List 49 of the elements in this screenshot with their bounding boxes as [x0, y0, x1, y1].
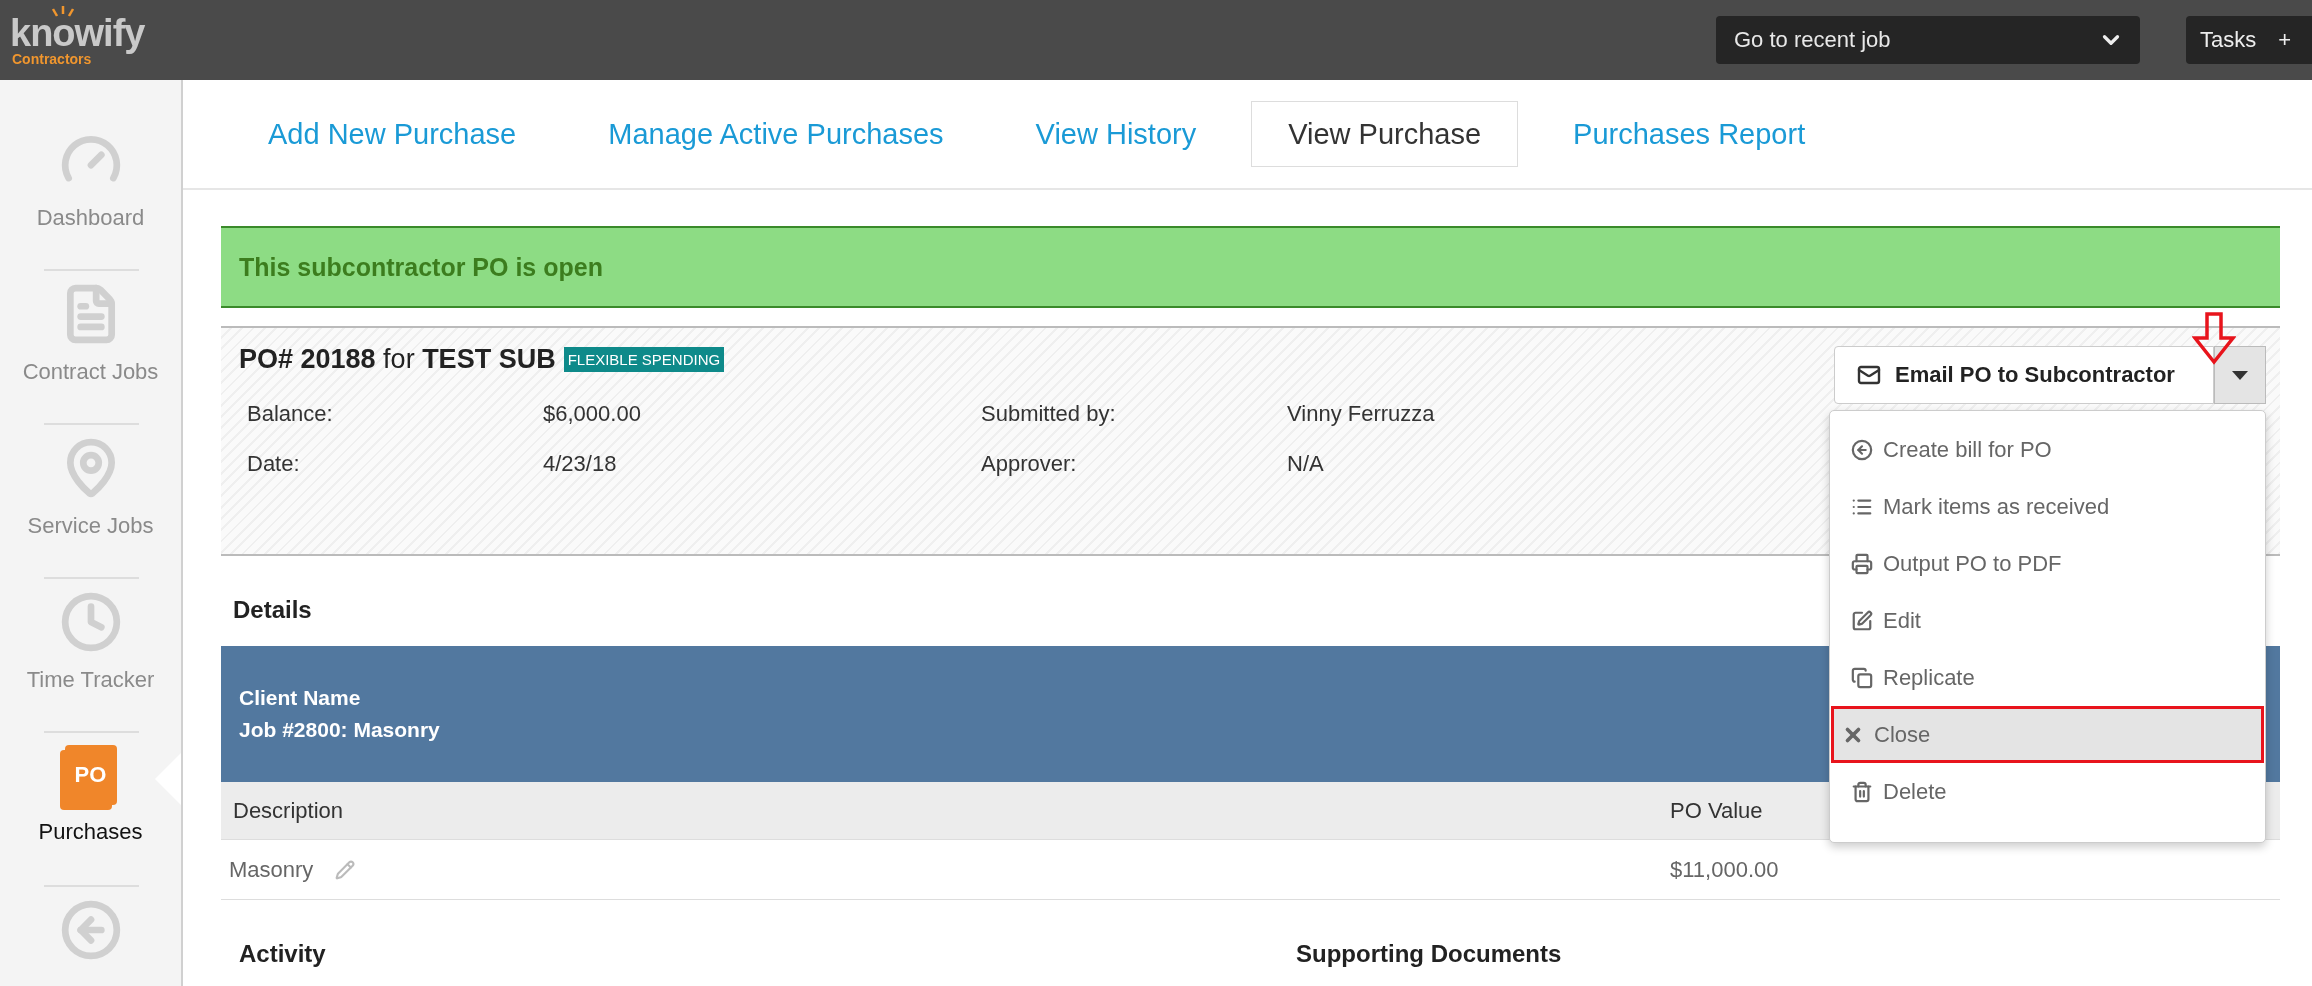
field-value: 4/23/18 [543, 451, 618, 477]
field-value: $6,000.00 [543, 401, 642, 427]
mail-icon [1857, 363, 1881, 387]
table-cell: Masonry [229, 856, 314, 883]
printer-icon [1851, 552, 1873, 575]
table-cell-text: $11,000.00 [1670, 856, 1780, 883]
job-band-text: Job #2800: Masonry [239, 718, 440, 742]
tab[interactable]: View Purchase [1251, 101, 1519, 167]
spending-tag: FLEXIBLE SPENDING [563, 347, 725, 372]
dropdown-toggle-button[interactable] [2214, 346, 2266, 404]
arrow-left-circle-icon [1851, 438, 1873, 461]
sidebar-item[interactable]: Time Tracker [0, 587, 181, 741]
recent-job-select[interactable]: Go to recent job [1716, 16, 2140, 64]
section-heading: Supporting Documents [1296, 940, 1562, 968]
edit-icon [1851, 609, 1873, 632]
menu-item[interactable]: Close [1831, 706, 2264, 763]
status-banner: This subcontractor PO is open [221, 226, 2280, 308]
po-title: PO# 20188 for TEST SUB [239, 344, 556, 375]
field-label: Submitted by: [981, 401, 1117, 427]
pencil-icon[interactable] [335, 859, 356, 880]
logo-text: knowify [10, 14, 145, 52]
section-heading: Details [232, 596, 312, 624]
tasks-button[interactable]: Tasks + [2186, 16, 2312, 64]
arrow-left-circle-icon [59, 899, 122, 961]
copy-icon [1851, 666, 1873, 689]
field-label: Date: [247, 451, 301, 477]
email-po-button[interactable]: Email PO to Subcontractor [1834, 346, 2214, 404]
sidebar-item[interactable]: Service Jobs [0, 433, 181, 587]
caret-icon [2232, 370, 2248, 380]
section-heading: Activity [239, 940, 326, 968]
logo-subtitle: Contractors [12, 52, 92, 66]
menu-item[interactable]: Output PO to PDF [1831, 535, 2264, 592]
field-value: Vinny Ferruzza [1287, 401, 1436, 427]
column-header: Description [233, 797, 345, 824]
field-value: N/A [1287, 451, 1325, 477]
menu-item[interactable]: Create bill for PO [1831, 421, 2264, 478]
job-band-text: Client Name [239, 686, 361, 710]
menu-item[interactable]: Mark items as received [1831, 478, 2264, 535]
menu-item[interactable]: Replicate [1831, 649, 2264, 706]
menu-item[interactable]: Delete [1831, 763, 2264, 820]
sidebar-item[interactable]: PO Purchases [0, 741, 181, 895]
clock-icon [59, 591, 122, 653]
sidebar-item[interactable]: Contract Jobs [0, 279, 181, 433]
trash-icon [1851, 780, 1873, 803]
menu-item[interactable]: Edit [1831, 592, 2264, 649]
field-label: Approver: [981, 451, 1078, 477]
field-label: Balance: [247, 401, 334, 427]
sidebar-item[interactable]: Dashboard [0, 125, 181, 279]
column-header: PO Value [1670, 797, 1764, 824]
